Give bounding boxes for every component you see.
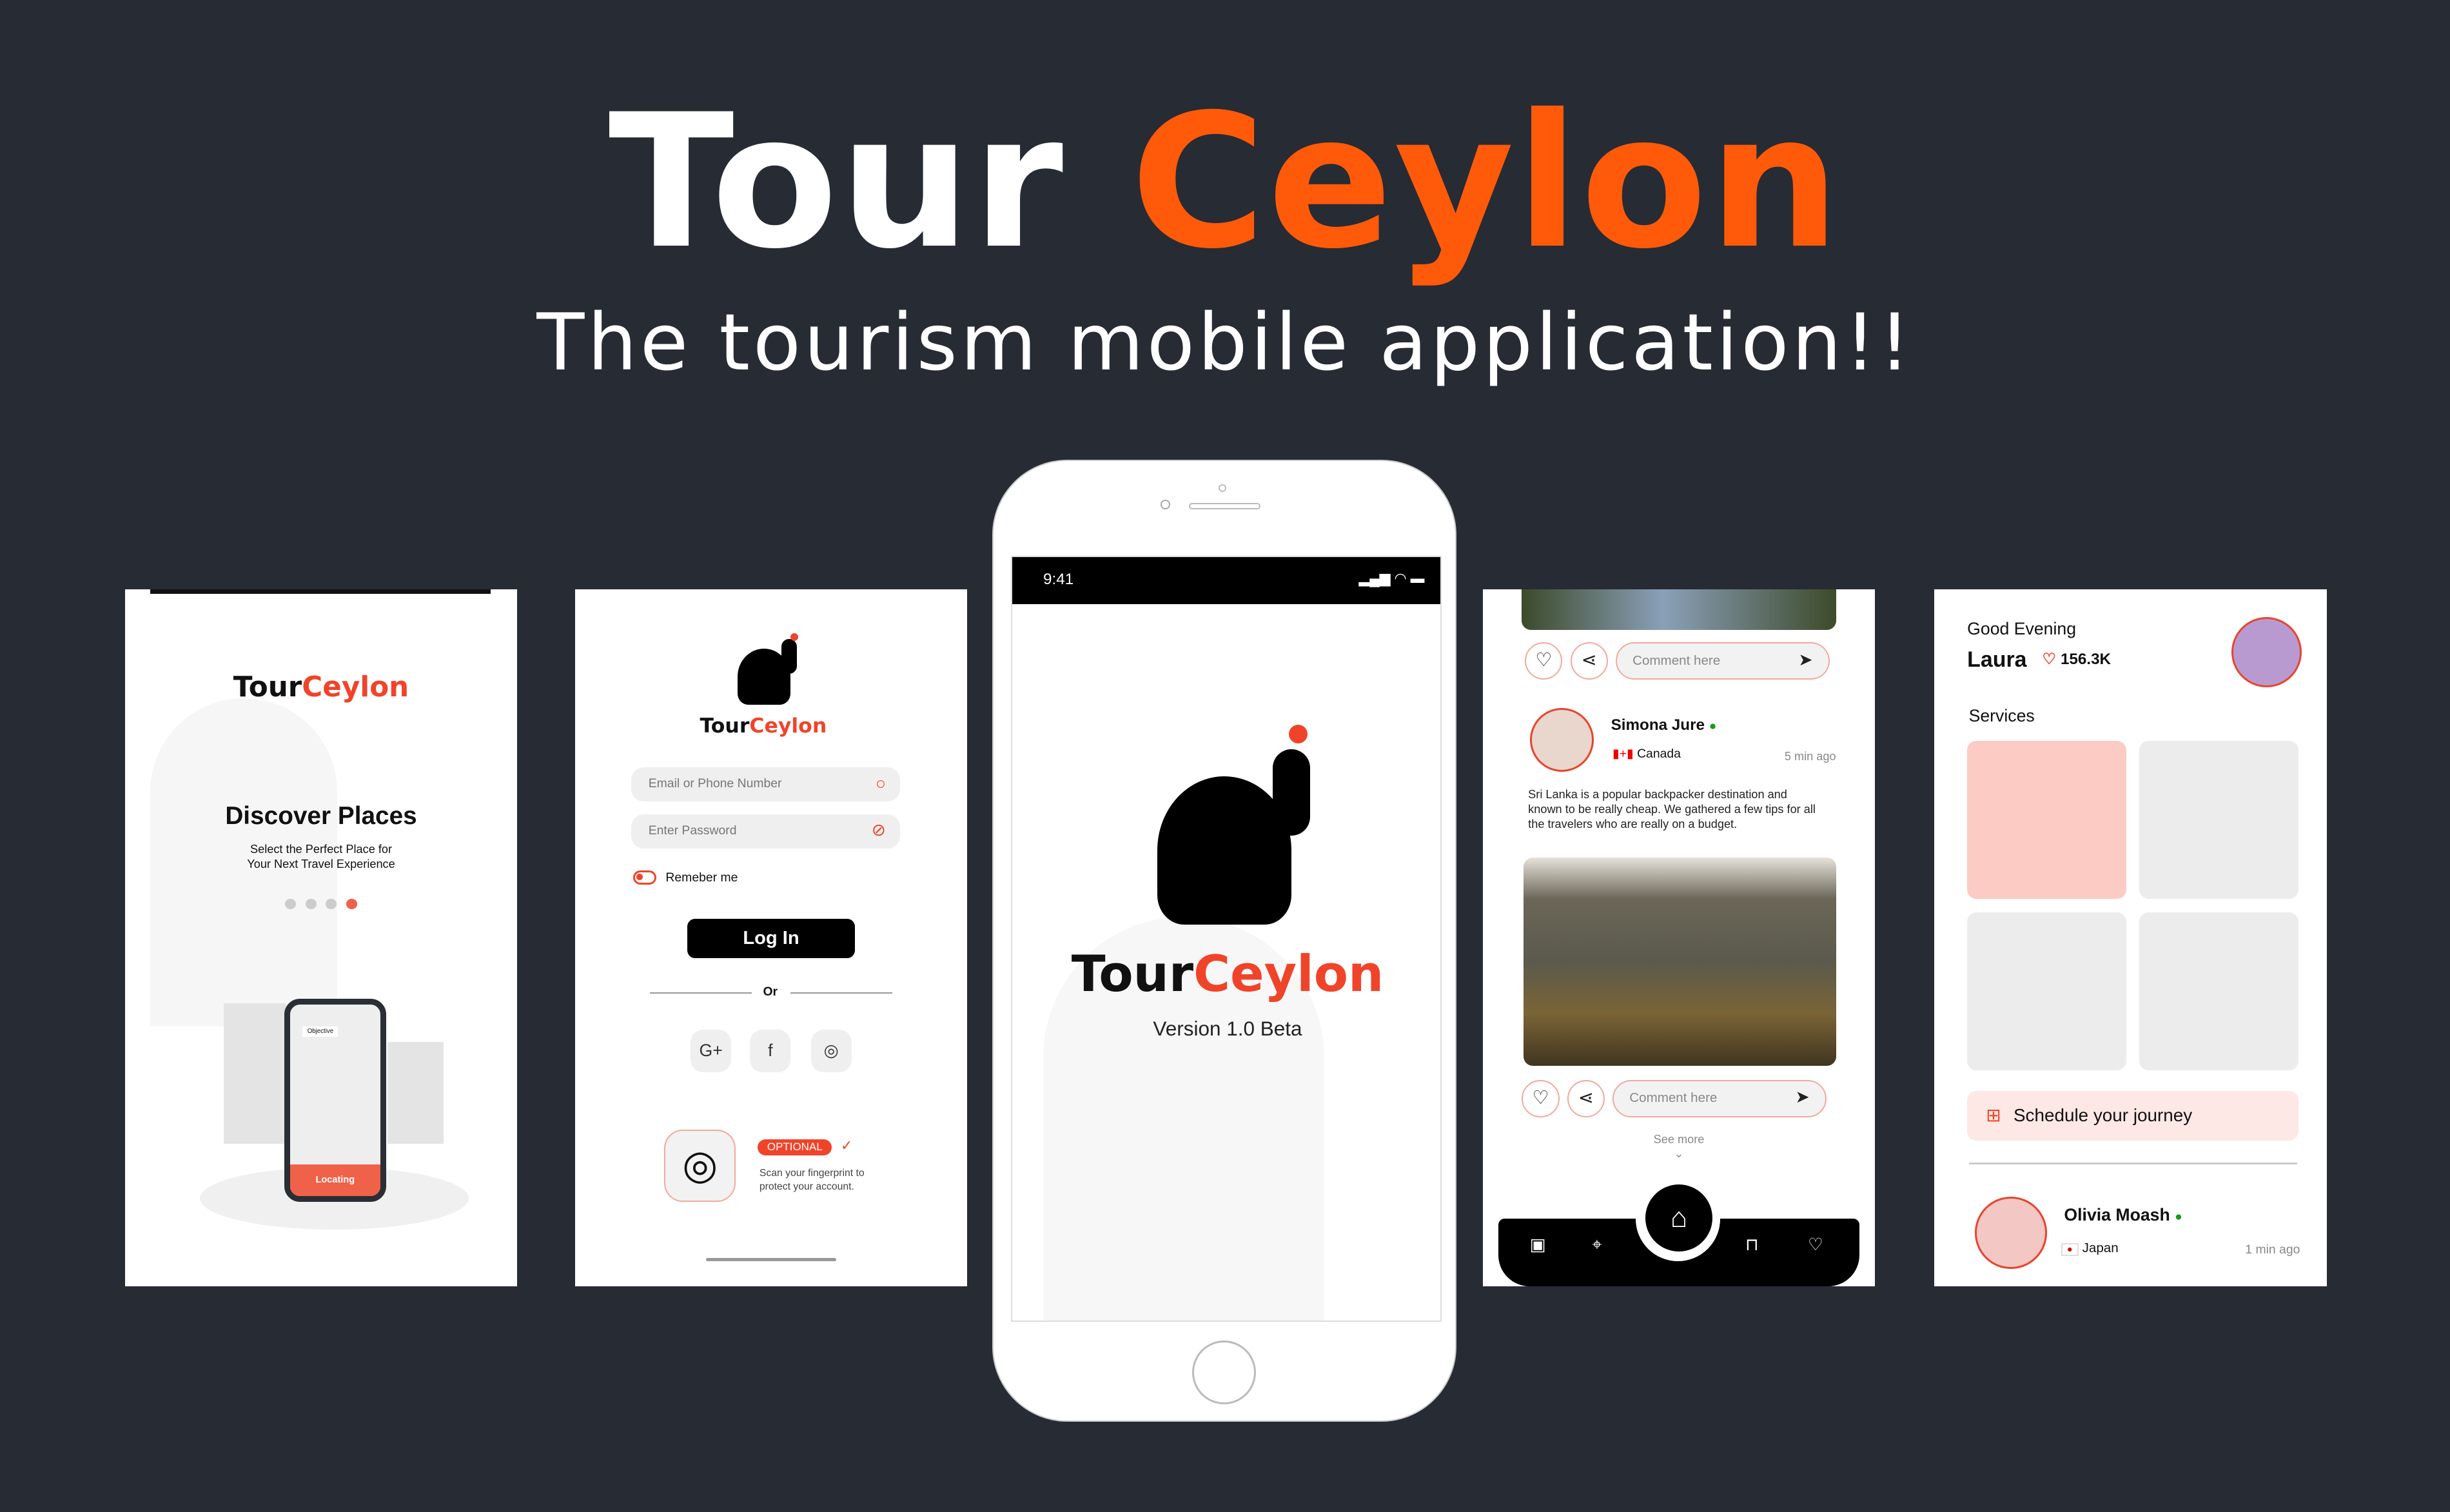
home-indicator: [706, 1257, 836, 1261]
like-icon[interactable]: ♡: [1522, 1079, 1560, 1117]
canada-flag-icon: ▮+▮: [1612, 747, 1634, 761]
post-image: [1522, 589, 1836, 630]
google-plus-icon[interactable]: G+: [691, 1030, 732, 1072]
feed-screen: ♡ ⋖ Comment here ➤ Simona Jure ● ▮+▮ Cana…: [1482, 589, 1876, 1286]
app-logo: TourCeylon: [1071, 945, 1384, 1004]
login-screen: TourCeylon Email or Phone Number ○ Enter …: [574, 589, 968, 1286]
likes-count: ♡ 156.3K: [2042, 651, 2112, 669]
share-icon[interactable]: ⋖: [1567, 1079, 1605, 1117]
user-icon: ○: [876, 773, 887, 793]
elephant-logo-icon: [728, 633, 809, 708]
onboarding-description: Select the Perfect Place for Your Next Tr…: [247, 843, 395, 871]
phone-illustration: Objective Locating: [284, 998, 386, 1202]
user-name[interactable]: Olivia Moash ●: [2064, 1205, 2182, 1226]
or-divider: Or: [763, 984, 778, 999]
eye-off-icon[interactable]: ⊘: [872, 820, 886, 841]
location-icon[interactable]: ⌖: [1592, 1235, 1602, 1255]
app-logo: TourCeylon: [233, 671, 409, 703]
post-country: ▮+▮ Canada: [1612, 747, 1681, 761]
app-logo: TourCeylon: [700, 714, 827, 738]
chevron-down-icon: ⌄: [1674, 1146, 1684, 1160]
share-icon[interactable]: ⋖: [1570, 642, 1608, 680]
service-car-rental[interactable]: [2139, 740, 2298, 899]
post-time: 5 min ago: [1784, 750, 1836, 763]
remember-toggle[interactable]: [632, 870, 656, 885]
status-bar: 9:41 ▂▄▆ ◠ ▬: [1012, 557, 1441, 605]
user-name: Laura: [1967, 647, 2027, 673]
japan-flag-icon: ●: [2061, 1243, 2079, 1257]
like-icon[interactable]: ♡: [1525, 642, 1563, 680]
profile-avatar[interactable]: [2231, 617, 2302, 688]
post-text: Sri Lanka is a popular backpacker destin…: [1528, 788, 1816, 831]
home-screen: Good Evening Laura ♡ 156.3K Services ⊞ Sc…: [1934, 589, 2327, 1286]
instagram-icon[interactable]: ◎: [810, 1030, 852, 1072]
comment-input[interactable]: Comment here ➤: [1612, 1079, 1827, 1117]
password-field[interactable]: Enter Password ⊘: [631, 814, 900, 849]
bed-icon[interactable]: ⊓: [1745, 1235, 1759, 1255]
post-time: 1 min ago: [2245, 1242, 2300, 1257]
login-button[interactable]: Log In: [687, 919, 855, 958]
services-title: Services: [1968, 706, 2035, 726]
heart-icon: ♡: [2042, 651, 2057, 669]
grid-icon: ⊞: [1986, 1105, 2001, 1126]
fingerprint-icon[interactable]: ◎: [663, 1130, 736, 1202]
home-button[interactable]: [1191, 1340, 1257, 1405]
email-field[interactable]: Email or Phone Number ○: [631, 767, 900, 802]
hero-subtitle: The tourism mobile application!!: [536, 297, 1914, 389]
facebook-icon[interactable]: f: [750, 1030, 791, 1072]
send-icon: ➤: [1795, 1087, 1810, 1107]
home-icon[interactable]: ⌂: [1645, 1184, 1713, 1252]
signal-wifi-battery-icons: ▂▄▆ ◠ ▬: [1358, 569, 1425, 586]
comment-input[interactable]: Comment here ➤: [1615, 642, 1830, 680]
elephant-logo-icon: [1145, 722, 1348, 925]
optional-badge: OPTIONAL: [758, 1139, 832, 1155]
onboarding-screen: TourCeylon Discover Places Select the Pe…: [124, 589, 518, 1286]
avatar[interactable]: [1975, 1197, 2047, 1269]
avatar[interactable]: [1529, 707, 1594, 772]
care-icon[interactable]: ♡: [1808, 1235, 1823, 1255]
post-author[interactable]: Simona Jure ●: [1611, 716, 1717, 734]
page-indicator[interactable]: [125, 898, 517, 913]
bus-icon[interactable]: ▣: [1530, 1235, 1546, 1255]
service-warning[interactable]: [2139, 912, 2298, 1071]
onboarding-heading: Discover Places: [225, 802, 417, 830]
user-country: ● Japan: [2061, 1241, 2119, 1257]
splash-screen: 9:41 ▂▄▆ ◠ ▬ TourCeylon Version 1.0 Beta: [1010, 556, 1442, 1322]
schedule-journey-button[interactable]: ⊞ Schedule your journey: [1967, 1090, 2298, 1141]
fingerprint-text: Scan your fingerprint to protect your acc…: [759, 1168, 865, 1192]
phone-frame: 9:41 ▂▄▆ ◠ ▬ TourCeylon Version 1.0 Beta: [992, 459, 1456, 1422]
remember-label: Remeber me: [665, 870, 738, 885]
greeting: Good Evening: [1967, 618, 2077, 638]
service-hotel-booking[interactable]: [1967, 912, 2127, 1071]
send-icon: ➤: [1798, 649, 1813, 669]
hero-title: Tour Ceylon: [608, 75, 1842, 290]
post-image[interactable]: [1523, 858, 1836, 1066]
see-more-link[interactable]: See more ⌄: [1483, 1133, 1875, 1161]
version-label: Version 1.0 Beta: [1153, 1016, 1302, 1040]
service-navigation[interactable]: [1967, 740, 2127, 899]
shield-check-icon: ✓: [840, 1137, 853, 1154]
